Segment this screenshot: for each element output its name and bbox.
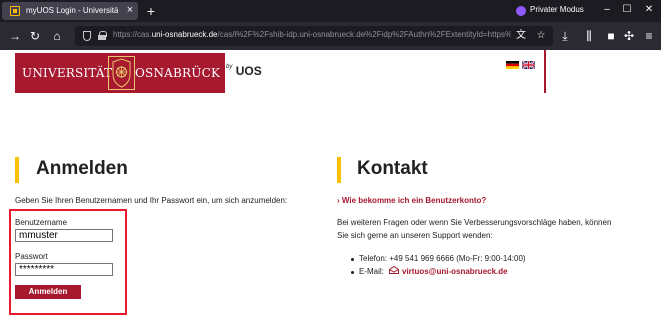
get-account-link-text: Wie bekomme ich ein Benutzerkonto? xyxy=(341,196,487,205)
tracking-protection-shield-icon[interactable] xyxy=(83,31,91,41)
by-uos-prefix: by xyxy=(226,64,233,70)
extension-badge-icon[interactable]: ■ xyxy=(602,27,620,45)
login-heading: Anmelden xyxy=(36,158,128,179)
extensions-puzzle-icon[interactable]: ✣ xyxy=(620,27,638,45)
address-bar[interactable]: https://cas.uni-osnabrueck.de/cas/l%2F%2… xyxy=(75,26,553,46)
back-arrow-icon[interactable]: → xyxy=(6,27,24,45)
browser-nav-bar: → ↻ ⌂ https://cas.uni-osnabrueck.de/cas/… xyxy=(0,22,661,50)
bullet-phone xyxy=(351,258,354,261)
private-mode-label: Privater Modus xyxy=(530,5,584,14)
by-uos-text: UOS xyxy=(235,64,262,78)
email-label: E-Mail: xyxy=(359,267,384,276)
contact-heading: Kontakt xyxy=(357,158,428,179)
support-email-link[interactable]: virtuos@uni-osnabrueck.de xyxy=(402,267,512,278)
downloads-icon[interactable]: ⤓ xyxy=(556,27,574,45)
bullet-email xyxy=(351,271,354,274)
support-text-line2: Sie sich gerne an unseren Support wenden… xyxy=(337,231,493,240)
phone-text: Telefon: +49 541 969 6666 (Mo-Fr: 9:00-1… xyxy=(359,254,526,263)
menu-hamburger-icon[interactable]: ≡ xyxy=(640,27,658,45)
close-window-icon[interactable]: ✕ xyxy=(636,2,661,18)
password-input[interactable] xyxy=(15,263,113,276)
bookmark-star-icon[interactable]: ☆ xyxy=(533,28,549,44)
url-path: /cas/l xyxy=(217,30,237,39)
login-intro-text: Geben Sie Ihren Benutzernamen und Ihr Pa… xyxy=(15,196,288,205)
get-account-link[interactable]: › Wie bekomme ich ein Benutzerkonto? xyxy=(337,196,507,207)
library-icon[interactable]: ⫼ xyxy=(580,27,598,45)
url-host: uni-osnabrueck.de xyxy=(151,30,218,39)
browser-tab[interactable]: myUOS Login - Universität Osna × xyxy=(2,2,138,20)
contact-heading-accent xyxy=(337,157,341,183)
login-heading-accent xyxy=(15,157,19,183)
reload-icon[interactable]: ↻ xyxy=(26,27,44,45)
browser-tab-bar: myUOS Login - Universität Osna × + Priva… xyxy=(0,0,661,22)
private-mask-icon xyxy=(516,6,526,16)
username-label: Benutzername xyxy=(15,218,68,227)
wheel-crest-icon xyxy=(108,56,135,90)
support-text-line1: Bei weiteren Fragen oder wenn Sie Verbes… xyxy=(337,218,612,227)
german-flag-icon[interactable] xyxy=(506,61,519,69)
url-text[interactable]: https://cas.uni-osnabrueck.de/cas/l%2F%2… xyxy=(113,30,511,42)
padlock-icon[interactable] xyxy=(98,31,107,40)
university-logo[interactable]: UNIVERSITÄT OSNABRÜCK xyxy=(15,53,225,93)
uos-favicon-icon xyxy=(10,6,20,16)
home-icon[interactable]: ⌂ xyxy=(48,27,66,45)
tab-title: myUOS Login - Universität Osna xyxy=(26,6,118,15)
login-button[interactable]: Anmelden xyxy=(15,285,81,299)
url-scheme: https://cas. xyxy=(113,30,152,39)
header-divider xyxy=(544,50,546,93)
logo-text-right: OSNABRÜCK xyxy=(135,66,221,80)
by-uos-label: by UOS xyxy=(226,64,266,78)
new-tab-plus-icon[interactable]: + xyxy=(144,3,158,19)
logo-text-left: UNIVERSITÄT xyxy=(22,66,113,80)
url-query: %2F%2Fshib-idp.uni-osnabrueck.de%2Fidp%2… xyxy=(236,30,511,39)
envelope-icon xyxy=(389,266,399,274)
uk-flag-icon[interactable] xyxy=(522,61,535,69)
username-input[interactable] xyxy=(15,229,113,242)
close-tab-icon[interactable]: × xyxy=(124,4,136,17)
password-label: Passwort xyxy=(15,252,48,261)
translate-icon[interactable]: 文 xyxy=(513,28,529,44)
